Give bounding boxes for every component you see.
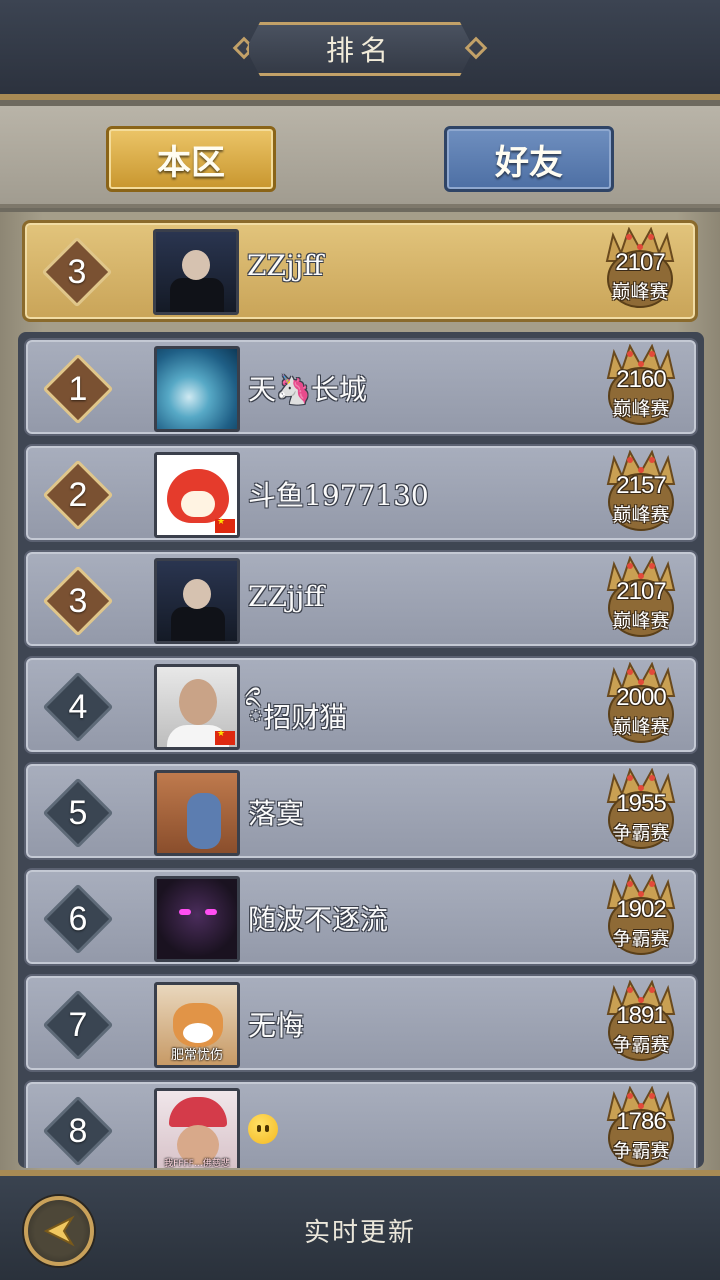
rank-badge: 2	[42, 459, 114, 531]
rank-tier-badge: 2107 巅峰赛	[604, 556, 678, 644]
score-value: 2160	[616, 366, 666, 393]
rank-badge: 6	[42, 883, 114, 955]
score-value: 1786	[616, 1108, 666, 1135]
list-item[interactable]: 6 随波不逐流 1902 争霸赛	[24, 868, 698, 966]
tab-bar: 本区 好友	[0, 106, 720, 208]
fox-avatar-icon	[157, 455, 237, 535]
rank-number: 4	[68, 687, 88, 726]
avatar[interactable]	[153, 229, 239, 315]
score-value: 1955	[616, 790, 666, 817]
rank-number: 3	[67, 252, 87, 291]
expressionless-face-emoji-icon	[248, 1114, 278, 1144]
tier-label: 巅峰赛	[611, 281, 669, 303]
rank-badge: 7	[42, 989, 114, 1061]
china-flag-icon	[215, 729, 235, 745]
rank-number: 5	[68, 793, 88, 832]
tab-friends[interactable]: 好友	[444, 126, 614, 192]
player-name	[248, 1110, 278, 1147]
suit-man-avatar-icon	[156, 232, 236, 312]
demon-avatar-icon	[157, 879, 237, 959]
tab-local-region[interactable]: 本区	[106, 126, 276, 192]
crowned-person-avatar-icon: 我FFFF…佛慈悲	[157, 1091, 237, 1168]
rank-tier-badge: 2000 巅峰赛	[604, 662, 678, 750]
avatar[interactable]	[154, 452, 240, 538]
rank-tier-badge: 2160 巅峰赛	[604, 344, 678, 432]
tier-label: 巅峰赛	[612, 398, 670, 420]
score-value: 2107	[616, 578, 666, 605]
list-item[interactable]: 4 ིྀ招财猫 2000 巅峰赛	[24, 656, 698, 754]
portrait-avatar-icon	[157, 667, 237, 747]
tier-label: 争霸赛	[612, 822, 670, 844]
avatar[interactable]	[154, 876, 240, 962]
player-name: 无悔	[248, 1009, 305, 1042]
cat-avatar-icon: 肥常忧伤	[157, 985, 237, 1065]
avatar[interactable]	[154, 664, 240, 750]
tier-label: 巅峰赛	[612, 716, 670, 738]
rank-badge: 3	[42, 565, 114, 637]
header-bar: 排名	[0, 0, 720, 100]
score-value: 2107	[615, 249, 665, 276]
realtime-update-label: 实时更新	[303, 1218, 416, 1248]
score-value: 1891	[616, 1002, 666, 1029]
rank-number: 7	[68, 1005, 88, 1044]
player-name: 落寞	[248, 797, 305, 830]
score-value: 2157	[616, 472, 666, 499]
avatar[interactable]: 肥常忧伤	[154, 982, 240, 1068]
tier-label: 巅峰赛	[612, 610, 670, 632]
avatar[interactable]	[154, 770, 240, 856]
rank-badge: 4	[42, 671, 114, 743]
rank-tier-badge: 1786 争霸赛	[604, 1086, 678, 1168]
rank-number: 3	[68, 581, 88, 620]
rank-tier-badge: 2157 巅峰赛	[604, 450, 678, 538]
china-flag-icon	[215, 517, 235, 533]
rank-number: 2	[68, 475, 88, 514]
rank-tier-badge: 1902 争霸赛	[604, 874, 678, 962]
tier-label: 争霸赛	[612, 1140, 670, 1162]
rank-badge: 3	[41, 236, 113, 308]
list-item[interactable]: 2 斗鱼1977130 2157 巅峰赛	[24, 444, 698, 542]
my-rank-row[interactable]: 3 ZZjjff 2107 巅峰赛	[22, 220, 698, 322]
score-value: 2000	[616, 684, 666, 711]
score-value: 1902	[616, 896, 666, 923]
child-photo-avatar-icon	[157, 773, 237, 853]
rank-number: 6	[68, 899, 88, 938]
avatar[interactable]	[154, 558, 240, 644]
player-name: 斗鱼1977130	[248, 479, 429, 512]
rank-badge: 5	[42, 777, 114, 849]
rank-tier-badge: 2107 巅峰赛	[603, 227, 677, 315]
list-item[interactable]: 5 落寞 1955 争霸赛	[24, 762, 698, 860]
rank-number: 1	[68, 369, 88, 408]
list-item[interactable]: 1 天🦄长城 2160 巅峰赛	[24, 338, 698, 436]
tier-label: 巅峰赛	[612, 504, 670, 526]
player-name: 天🦄长城	[248, 373, 367, 406]
list-item[interactable]: 8 我FFFF…佛慈悲 1786 争霸赛	[24, 1080, 698, 1168]
avatar-caption: 我FFFF…佛慈悲	[164, 1159, 230, 1168]
leaderboard-list[interactable]: 1 天🦄长城 2160 巅峰赛 2 斗鱼1977130 2157 巅峰赛 3 Z…	[18, 332, 704, 1168]
tier-label: 争霸赛	[612, 928, 670, 950]
avatar[interactable]: 我FFFF…佛慈悲	[154, 1088, 240, 1168]
player-name: 随波不逐流	[248, 903, 389, 936]
rank-number: 8	[68, 1111, 88, 1150]
rank-tier-badge: 1891 争霸赛	[604, 980, 678, 1068]
footer-bar: 实时更新	[0, 1170, 720, 1280]
list-item[interactable]: 3 ZZjjff 2107 巅峰赛	[24, 550, 698, 648]
list-item[interactable]: 7 肥常忧伤 无悔 1891 争霸赛	[24, 974, 698, 1072]
player-name: ིྀ招财猫	[248, 701, 348, 734]
player-name: ZZjjff	[247, 249, 324, 282]
page-title: 排名	[246, 22, 474, 76]
rank-badge: 1	[42, 353, 114, 425]
avatar[interactable]	[154, 346, 240, 432]
avatar-caption: 肥常忧伤	[170, 1048, 223, 1063]
suit-man-avatar-icon	[157, 561, 237, 641]
wave-avatar-icon	[157, 349, 237, 429]
tier-label: 争霸赛	[612, 1034, 670, 1056]
rank-badge: 8	[42, 1095, 114, 1167]
player-name: ZZjjff	[248, 580, 325, 613]
rank-tier-badge: 1955 争霸赛	[604, 768, 678, 856]
